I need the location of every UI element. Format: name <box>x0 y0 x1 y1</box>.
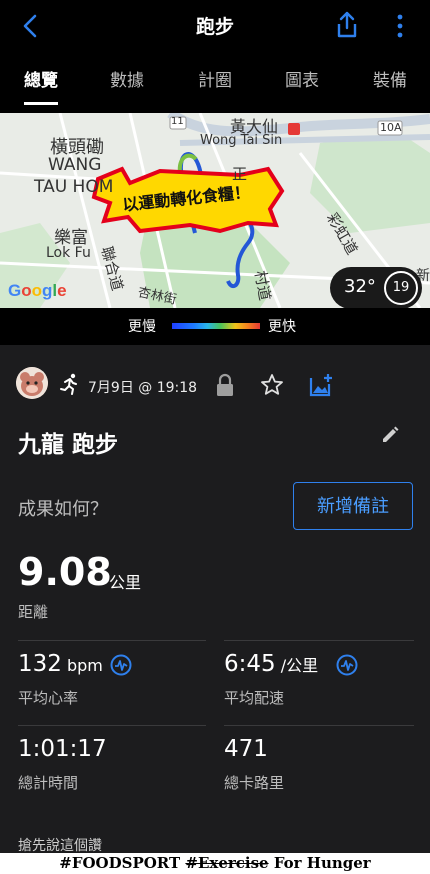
tab-gear[interactable]: 裝備 <box>373 66 407 91</box>
more-options-icon[interactable] <box>392 12 408 40</box>
tab-stats[interactable]: 數據 <box>110 66 144 91</box>
divider <box>18 725 206 726</box>
page-title: 跑步 <box>195 16 234 38</box>
divider <box>224 640 414 641</box>
heart-rate-zone-icon[interactable] <box>110 654 132 676</box>
map-label-wong-tai-sin-en: Wong Tai Sin <box>200 133 283 148</box>
watermark-part3: For Hunger <box>268 854 371 872</box>
running-icon <box>60 373 77 395</box>
distance-unit: 公里 <box>109 573 142 592</box>
distance-value: 9.08 <box>18 550 112 594</box>
map-label-wang: WANG <box>48 155 102 175</box>
active-tab-indicator <box>24 102 58 105</box>
tab-charts[interactable]: 圖表 <box>285 66 319 91</box>
pace-zone-icon[interactable] <box>336 654 358 676</box>
legend-faster: 更快 <box>268 319 296 335</box>
feedback-prompt: 成果如何？ <box>18 499 108 520</box>
add-note-button[interactable]: 新增備註 <box>293 482 413 530</box>
tab-overview[interactable]: 總覽 <box>24 66 58 91</box>
top-bar: 跑步 <box>0 0 430 52</box>
share-icon[interactable] <box>334 10 360 40</box>
total-time-value: 1:01:17 <box>18 736 107 762</box>
activity-title: 九龍 跑步 <box>18 432 119 458</box>
pace-stat: 6:45 /公里 <box>224 651 319 677</box>
heart-rate-stat: 132 bpm <box>18 651 103 677</box>
distance-label: 距離 <box>18 603 49 621</box>
wind-speed-value: 19 <box>384 271 418 305</box>
watermark-part1: #FOODSPORT <box>59 854 186 872</box>
temperature-value: 32° <box>344 276 376 297</box>
divider <box>18 640 206 641</box>
legend-slower: 更慢 <box>128 319 156 335</box>
edit-pencil-icon[interactable] <box>380 425 400 445</box>
pace-legend: 更慢 更快 <box>0 308 430 344</box>
weather-badge: 32° 19 <box>330 267 422 308</box>
lock-icon[interactable] <box>214 373 236 397</box>
google-logo: Google <box>8 281 67 300</box>
legend-gradient <box>172 323 260 329</box>
tab-bar: 總覽 數據 計圈 圖表 裝備 <box>0 52 430 108</box>
avatar[interactable] <box>16 367 48 399</box>
total-time-label: 總計時間 <box>18 774 79 792</box>
calories-label: 總卡路里 <box>224 774 285 792</box>
calories-value: 471 <box>224 736 268 762</box>
first-like-prompt[interactable]: 搶先說這個讚 <box>18 835 102 855</box>
tab-laps[interactable]: 計圈 <box>198 66 232 91</box>
watermark-banner: #FOODSPORT #Exercise For Hunger <box>0 853 430 874</box>
divider <box>224 725 414 726</box>
add-photo-icon[interactable] <box>308 373 334 397</box>
route-map[interactable]: 黃大仙 Wong Tai Sin 橫頭磡 WANG TAU HOM 樂富 Lok… <box>0 113 430 308</box>
heart-rate-label: 平均心率 <box>18 689 79 707</box>
activity-details: 7月9日 @ 19:18 九龍 跑步 成果如何？ 新增備註 9.08 公里 距離… <box>0 345 430 874</box>
watermark-part2: #Exercise <box>185 854 269 872</box>
star-icon[interactable] <box>260 373 284 397</box>
map-route-11: 11 <box>171 116 184 127</box>
pace-label: 平均配速 <box>224 689 285 707</box>
map-label-tau-hom: TAU HOM <box>34 177 114 197</box>
map-label-lok-fu-en: Lok Fu <box>46 245 91 261</box>
activity-date: 7月9日 @ 19:18 <box>88 380 198 396</box>
map-route-10a: 10A <box>380 121 402 134</box>
